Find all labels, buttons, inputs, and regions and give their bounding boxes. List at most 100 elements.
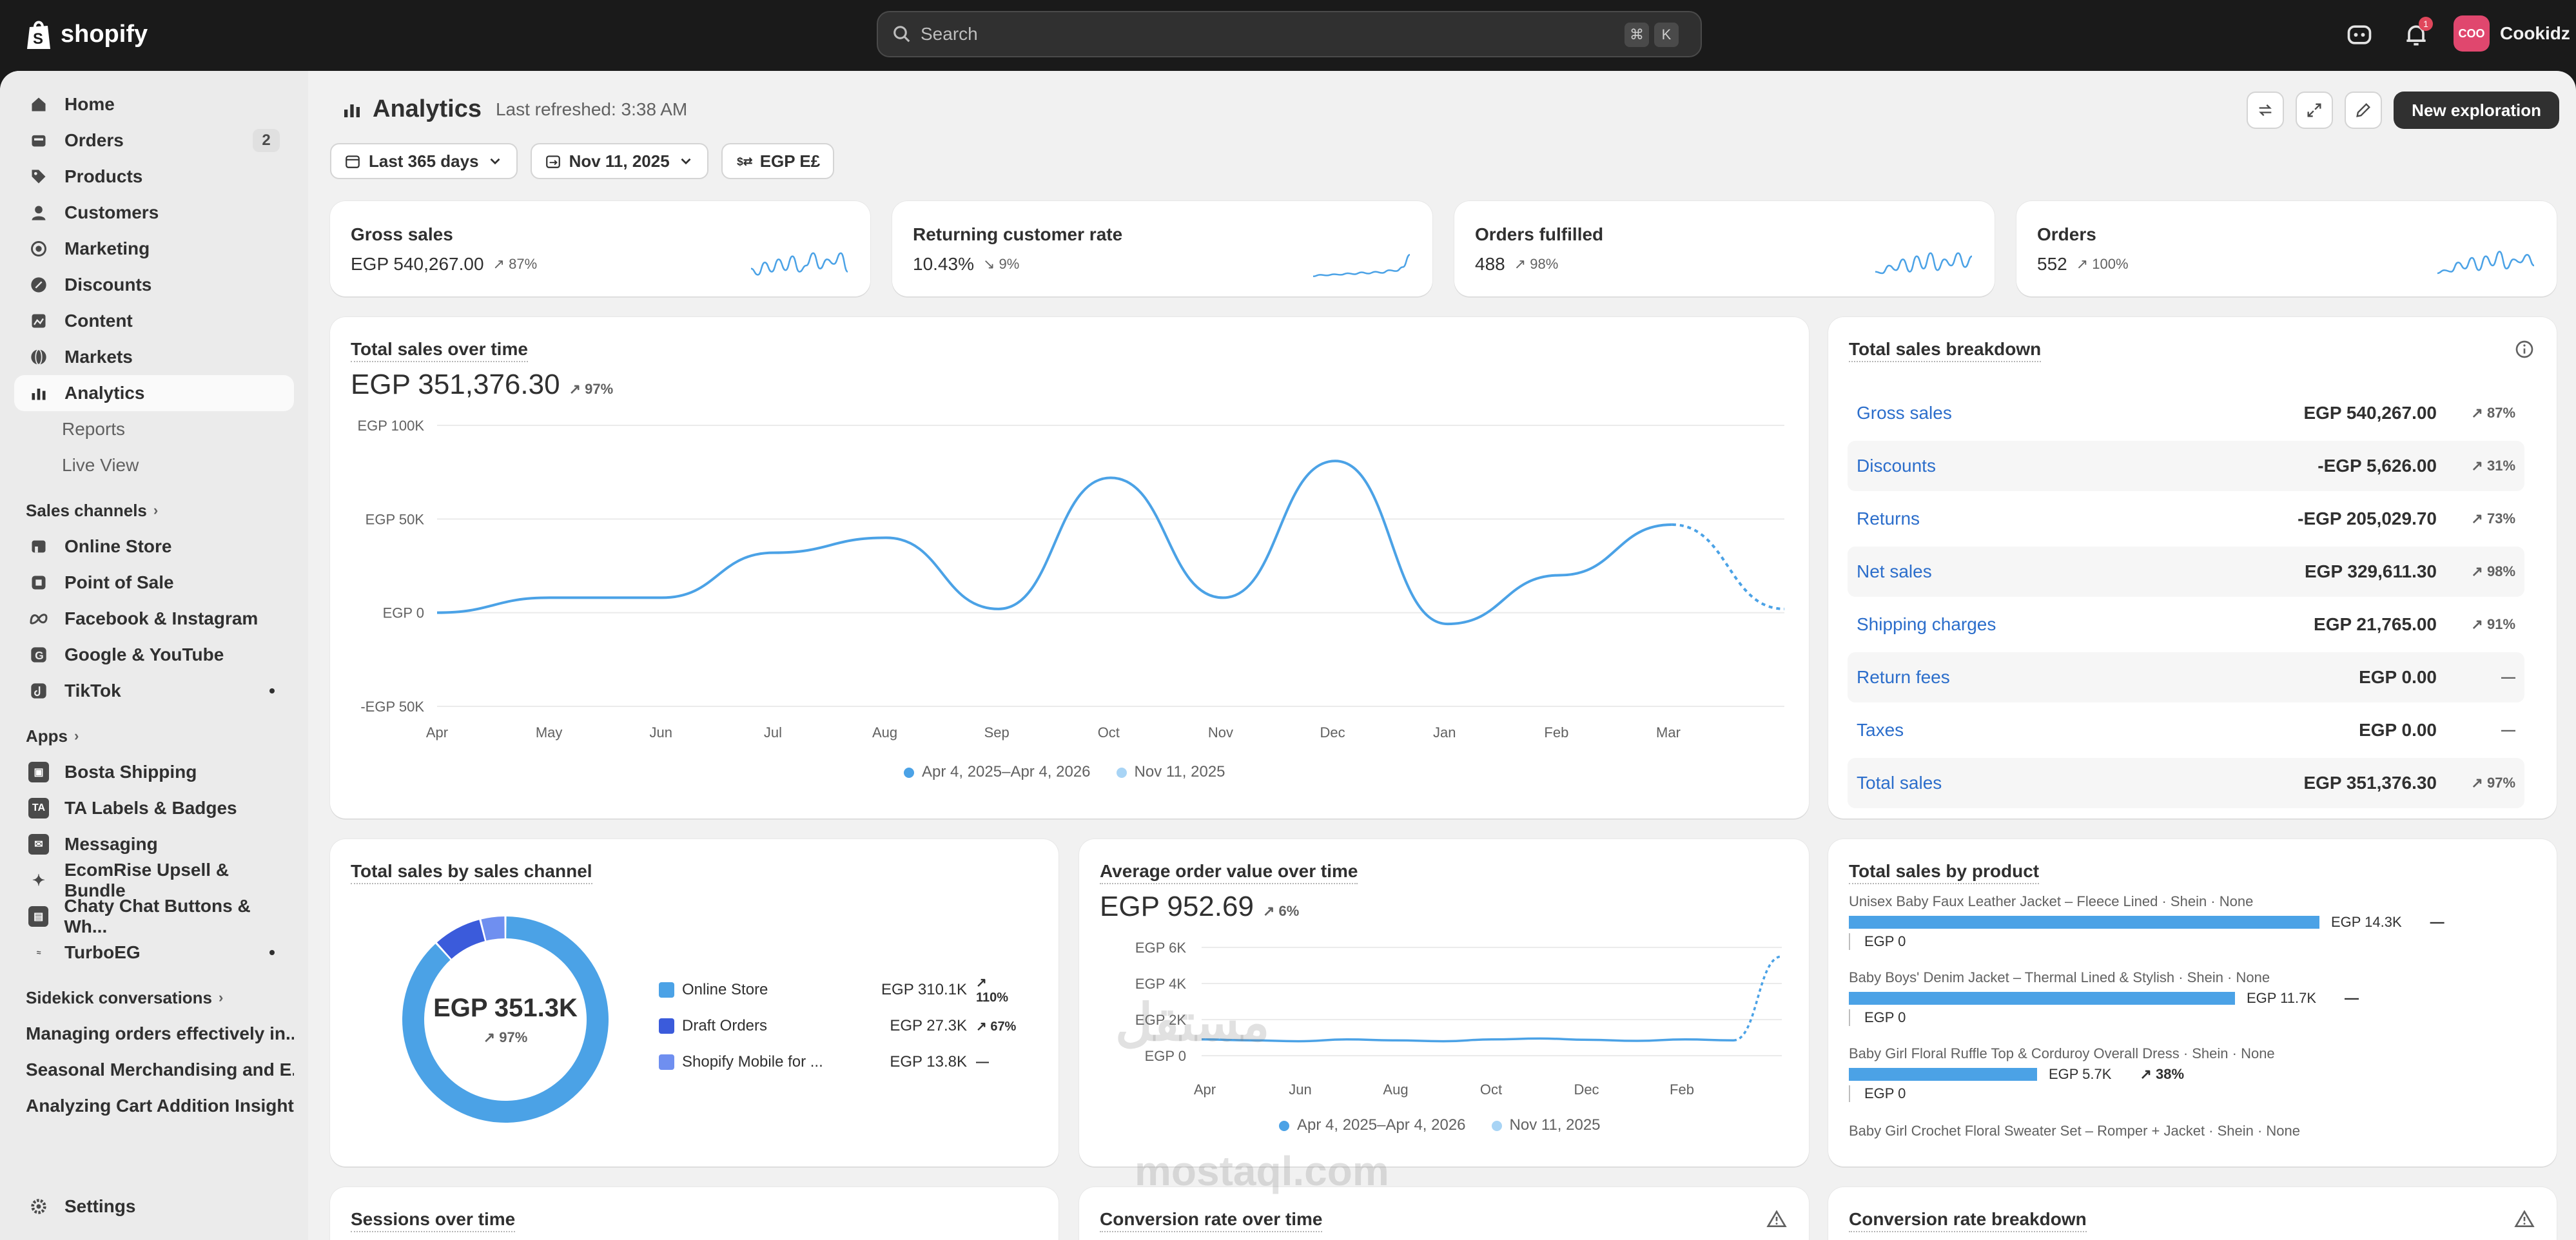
card-title[interactable]: Conversion rate over time [1100, 1209, 1323, 1232]
sidekick-icon[interactable] [2345, 21, 2374, 49]
kpi-card-gross-sales[interactable]: Gross sales EGP 540,267.00 ↗ 87% [330, 201, 870, 296]
product-name: Baby Girl Floral Ruffle Top & Corduroy O… [1849, 1045, 2275, 1061]
currency-filter[interactable]: $⇄ EGP E£ [721, 143, 835, 179]
orders-icon [28, 130, 49, 151]
new-exploration-button[interactable]: New exploration [2394, 92, 2559, 129]
x-tick-label: Jul [764, 724, 782, 741]
sidekick-conversations-heading[interactable]: Sidekick conversations › [14, 980, 294, 1016]
card-title[interactable]: Total sales by sales channel [351, 861, 592, 884]
fullscreen-button[interactable] [2296, 92, 2334, 129]
sidebar-item-reports[interactable]: Reports [14, 411, 294, 447]
legend-previous[interactable]: Nov 11, 2025 [1491, 1116, 1601, 1134]
sidebar-item-home[interactable]: Home [14, 86, 294, 122]
sidebar-item-bosta-shipping[interactable]: ▣ Bosta Shipping [14, 754, 294, 790]
legend-current[interactable]: Apr 4, 2025–Apr 4, 2026 [904, 763, 1091, 781]
search-input[interactable]: Search ⌘ K [877, 11, 1702, 57]
sidebar-item-label: Settings [64, 1196, 136, 1216]
compare-date-filter[interactable]: Nov 11, 2025 [530, 143, 708, 179]
sidebar-item-markets[interactable]: Markets [14, 339, 294, 375]
channel-swatch [659, 1018, 674, 1034]
card-title[interactable]: Conversion rate breakdown [1849, 1209, 2087, 1232]
legend-current[interactable]: Apr 4, 2025–Apr 4, 2026 [1279, 1116, 1466, 1134]
store-name: Cookidz [2500, 23, 2570, 43]
breakdown-row[interactable]: Return fees EGP 0.00 — [1848, 652, 2524, 702]
y-tick-label: EGP 4K [1135, 976, 1186, 992]
sidebar-item-discounts[interactable]: Discounts [14, 267, 294, 303]
person-icon [28, 202, 49, 223]
product-item[interactable]: Baby Boys' Denim Jacket – Thermal Lined … [1849, 969, 2519, 1026]
conversation-item[interactable]: Seasonal Merchandising and E... [14, 1052, 294, 1088]
breakdown-value: EGP 21,765.00 [2314, 614, 2437, 634]
card-title[interactable]: Total sales breakdown [1849, 339, 2042, 362]
channel-row[interactable]: Shopify Mobile for ... EGP 13.8K — [659, 1049, 1020, 1075]
channel-amount: EGP 27.3K [890, 1017, 967, 1034]
sidebar-item-customers[interactable]: Customers [14, 195, 294, 231]
series-line[interactable] [1201, 1037, 1734, 1043]
info-icon[interactable] [2514, 339, 2535, 360]
warning-icon[interactable] [1766, 1209, 1787, 1230]
breakdown-row[interactable]: Total sales EGP 351,376.30 ↗ 97% [1848, 758, 2524, 808]
product-item[interactable]: Unisex Baby Faux Leather Jacket – Fleece… [1849, 893, 2519, 950]
shopify-logo[interactable]: S shopify [24, 18, 148, 50]
date-range-filter[interactable]: Last 365 days [330, 143, 518, 179]
series-line-projected[interactable] [1733, 955, 1782, 1041]
sidebar-item-ecomrise[interactable]: ✦ EcomRise Upsell & Bundle [14, 860, 294, 900]
messaging-app-icon: ✉ [28, 834, 49, 855]
breakdown-label: Gross sales [1857, 403, 1952, 423]
sidebar-item-chaty[interactable]: ▤ Chaty Chat Buttons & Wh... [14, 896, 294, 936]
product-bar [1849, 992, 2235, 1005]
kpi-card-orders[interactable]: Orders 552 ↗ 100% [2016, 201, 2557, 296]
sidebar-item-messaging[interactable]: ✉ Messaging [14, 826, 294, 862]
sidebar-item-content[interactable]: Content [14, 303, 294, 339]
breakdown-row[interactable]: Returns -EGP 205,029.70 ↗ 73% [1848, 494, 2524, 544]
unread-dot [269, 950, 275, 955]
sidebar-item-google-youtube[interactable]: G Google & YouTube [14, 637, 294, 673]
sidebar-item-settings[interactable]: Settings [14, 1188, 294, 1225]
product-item[interactable]: Baby Girl Crochet Floral Sweater Set – R… [1849, 1123, 2519, 1139]
sales-channels-heading[interactable]: Sales channels › [14, 492, 294, 528]
sidebar-item-products[interactable]: Products [14, 159, 294, 195]
pos-icon [28, 572, 49, 593]
currency-icon: $⇄ [737, 155, 752, 168]
series-line-projected[interactable] [1672, 523, 1785, 610]
kpi-card-returning-customer-rate[interactable]: Returning customer rate 10.43% ↘ 9% [892, 201, 1432, 296]
channel-donut[interactable]: EGP 351.3K ↗ 97% [389, 904, 621, 1136]
breakdown-row[interactable]: Taxes EGP 0.00 — [1848, 705, 2524, 755]
product-item[interactable]: Baby Girl Floral Ruffle Top & Corduroy O… [1849, 1045, 2519, 1102]
sidebar-item-online-store[interactable]: Online Store [14, 528, 294, 565]
edit-button[interactable] [2345, 92, 2383, 129]
sidebar-item-live-view[interactable]: Live View [14, 447, 294, 483]
sidebar-item-facebook-instagram[interactable]: Facebook & Instagram [14, 601, 294, 637]
card-title[interactable]: Sessions over time [351, 1209, 516, 1232]
sidebar-item-turboeg[interactable]: ≈ TurboEG [14, 935, 294, 971]
product-value: EGP 11.7K [2247, 990, 2317, 1006]
store-menu[interactable]: COO Cookidz [2454, 15, 2570, 52]
channel-row[interactable]: Draft Orders EGP 27.3K ↗ 67% [659, 1013, 1020, 1039]
kpi-title: Returning customer rate [913, 224, 1123, 244]
x-tick-label: Feb [1544, 724, 1568, 741]
apps-heading[interactable]: Apps › [14, 718, 294, 754]
total-sales-line-chart[interactable]: EGP 100K EGP 50K EGP 0 -EGP 50KApr May Jun Jul… [330, 317, 1809, 819]
sidebar-item-label: Products [64, 166, 143, 186]
channel-row[interactable]: Online Store EGP 310.1K ↗ 110% [659, 976, 1020, 1005]
sidebar-item-orders[interactable]: Orders 2 [14, 122, 294, 159]
sidebar-item-analytics[interactable]: Analytics [14, 375, 294, 411]
sidebar-item-marketing[interactable]: Marketing [14, 231, 294, 267]
conversation-item[interactable]: Managing orders effectively in... [14, 1016, 294, 1052]
breakdown-change: ↗ 98% [2471, 563, 2515, 579]
sidebar-item-tiktok[interactable]: TikTok [14, 673, 294, 709]
legend-previous[interactable]: Nov 11, 2025 [1116, 763, 1225, 781]
product-name: Baby Boys' Denim Jacket – Thermal Lined … [1849, 969, 2270, 985]
card-title[interactable]: Total sales by product [1849, 861, 2040, 884]
warning-icon[interactable] [2514, 1209, 2535, 1230]
breakdown-row[interactable]: Gross sales EGP 540,267.00 ↗ 87% [1848, 388, 2524, 438]
series-line[interactable] [436, 460, 1672, 626]
sidebar-item-point-of-sale[interactable]: Point of Sale [14, 565, 294, 601]
sidebar-item-ta-labels[interactable]: TA TA Labels & Badges [14, 790, 294, 826]
kpi-card-orders-fulfilled[interactable]: Orders fulfilled 488 ↗ 98% [1454, 201, 1995, 296]
breakdown-row[interactable]: Net sales EGP 329,611.30 ↗ 98% [1848, 547, 2524, 597]
refresh-button[interactable] [2247, 92, 2285, 129]
breakdown-row[interactable]: Shipping charges EGP 21,765.00 ↗ 91% [1848, 599, 2524, 650]
conversation-item[interactable]: Analyzing Cart Addition Insights [14, 1088, 294, 1124]
breakdown-row[interactable]: Discounts -EGP 5,626.00 ↗ 31% [1848, 441, 2524, 491]
